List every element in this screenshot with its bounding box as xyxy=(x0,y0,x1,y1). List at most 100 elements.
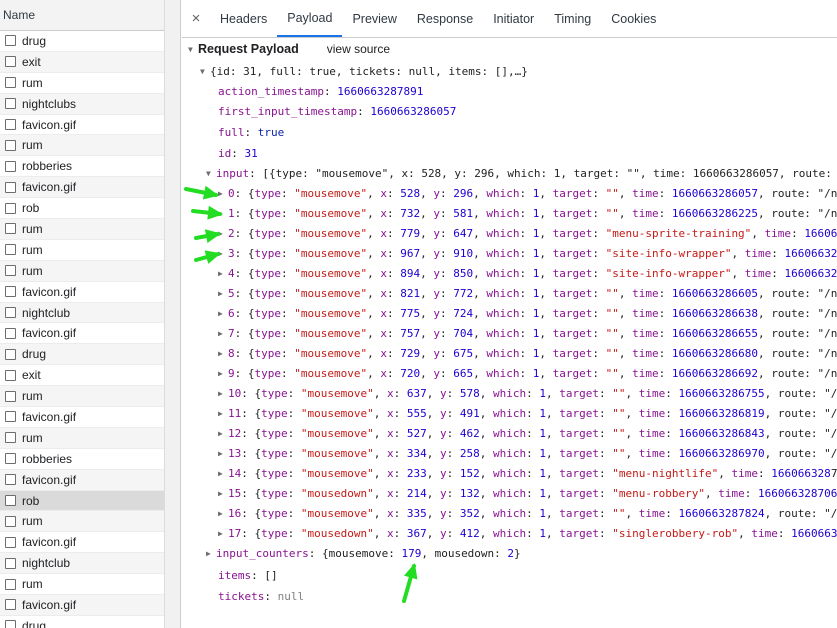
panel-splitter[interactable] xyxy=(164,0,181,628)
request-checkbox[interactable] xyxy=(5,223,16,235)
request-checkbox[interactable] xyxy=(5,119,16,130)
input-item-row[interactable]: ▶ 4: {type: "mousemove", x: 894, y: 850, … xyxy=(218,264,837,284)
request-row[interactable]: nightclub xyxy=(0,553,164,575)
request-checkbox[interactable] xyxy=(5,620,16,628)
input-counters-expand-icon[interactable]: ▶ xyxy=(206,544,216,564)
request-row[interactable]: rum xyxy=(0,427,164,449)
item-expand-icon[interactable]: ▶ xyxy=(218,224,228,244)
item-expand-icon[interactable]: ▶ xyxy=(218,464,228,484)
request-row[interactable]: nightclubs xyxy=(0,93,164,115)
request-row[interactable]: favicon.gif xyxy=(0,407,164,428)
view-source-link[interactable]: view source xyxy=(327,42,390,56)
request-row[interactable]: rum xyxy=(0,574,164,596)
request-row[interactable]: rum xyxy=(0,135,164,157)
request-checkbox[interactable] xyxy=(5,536,16,548)
item-expand-icon[interactable]: ▶ xyxy=(218,444,228,464)
tab-headers[interactable]: Headers xyxy=(210,0,277,37)
request-checkbox[interactable] xyxy=(5,181,16,193)
item-expand-icon[interactable]: ▶ xyxy=(218,264,228,284)
request-row[interactable]: favicon.gif xyxy=(0,323,164,345)
request-row[interactable]: rum xyxy=(0,511,164,533)
request-row[interactable]: favicon.gif xyxy=(0,469,164,491)
request-checkbox[interactable] xyxy=(5,139,16,151)
request-row[interactable]: favicon.gif xyxy=(0,115,164,136)
request-checkbox[interactable] xyxy=(5,599,16,611)
expand-triangle-icon[interactable]: ▼ xyxy=(200,62,210,82)
tab-response[interactable]: Response xyxy=(407,0,483,37)
request-checkbox[interactable] xyxy=(5,56,16,68)
request-checkbox[interactable] xyxy=(5,495,16,507)
request-row[interactable]: favicon.gif xyxy=(0,595,164,616)
request-checkbox[interactable] xyxy=(5,578,16,590)
input-item-row[interactable]: ▶ 14: {type: "mousemove", x: 233, y: 152,… xyxy=(218,464,837,484)
request-row[interactable]: rum xyxy=(0,219,164,240)
tab-cookies[interactable]: Cookies xyxy=(601,0,666,37)
item-expand-icon[interactable]: ▶ xyxy=(218,324,228,344)
name-column-header[interactable]: Name xyxy=(0,0,164,31)
input-item-row[interactable]: ▶ 5: {type: "mousemove", x: 821, y: 772 , … xyxy=(218,284,837,304)
request-row[interactable]: exit xyxy=(0,365,164,387)
item-expand-icon[interactable]: ▶ xyxy=(218,284,228,304)
input-item-row[interactable]: ▶ 3: {type: "mousemove", x: 967, y: 910, … xyxy=(218,244,837,264)
request-row[interactable]: robberies xyxy=(0,449,164,470)
request-row[interactable]: favicon.gif xyxy=(0,177,164,199)
request-row[interactable]: drug xyxy=(0,616,164,628)
request-checkbox[interactable] xyxy=(5,369,16,381)
tab-payload[interactable]: Payload xyxy=(277,0,343,37)
request-row[interactable]: nightclub xyxy=(0,302,164,324)
input-item-row[interactable]: ▶ 13: {type: "mousemove", x: 334, y: 258,… xyxy=(218,444,837,464)
request-checkbox[interactable] xyxy=(5,77,16,89)
input-item-row[interactable]: ▶ 16: {type: "mousemove", x: 335, y: 352,… xyxy=(218,504,837,524)
request-checkbox[interactable] xyxy=(5,348,16,360)
item-expand-icon[interactable]: ▶ xyxy=(218,484,228,504)
request-row[interactable]: rob xyxy=(0,198,164,220)
input-item-row[interactable]: ▶ 2: {type: "mousemove", x: 779, y: 647, … xyxy=(218,224,837,244)
request-checkbox[interactable] xyxy=(5,327,16,339)
item-expand-icon[interactable]: ▶ xyxy=(218,244,228,264)
input-item-row[interactable]: ▶ 9: {type: "mousemove", x: 720, y: 665 , … xyxy=(218,364,837,384)
request-checkbox[interactable] xyxy=(5,390,16,402)
item-expand-icon[interactable]: ▶ xyxy=(218,304,228,324)
request-checkbox[interactable] xyxy=(5,474,16,486)
input-item-row[interactable]: ▶ 11: {type: "mousemove", x: 555, y: 491,… xyxy=(218,404,837,424)
request-checkbox[interactable] xyxy=(5,557,16,569)
input-item-row[interactable]: ▶ 10: {type: "mousemove", x: 637, y: 578,… xyxy=(218,384,837,404)
request-checkbox[interactable] xyxy=(5,515,16,527)
item-expand-icon[interactable]: ▶ xyxy=(218,204,228,224)
request-row[interactable]: rum xyxy=(0,73,164,94)
request-row[interactable]: rob xyxy=(0,490,164,512)
request-checkbox[interactable] xyxy=(5,453,16,465)
request-row[interactable]: drug xyxy=(0,31,164,52)
input-item-row[interactable]: ▶ 17: {type: "mousedown", x: 367, y: 412,… xyxy=(218,524,837,544)
request-row[interactable]: rum xyxy=(0,240,164,261)
request-row[interactable]: rum xyxy=(0,386,164,408)
payload-collapse-icon[interactable]: ▼ xyxy=(188,39,198,61)
tab-initiator[interactable]: Initiator xyxy=(483,0,544,37)
item-expand-icon[interactable]: ▶ xyxy=(218,404,228,424)
request-checkbox[interactable] xyxy=(5,265,16,277)
request-row[interactable]: exit xyxy=(0,51,164,73)
item-expand-icon[interactable]: ▶ xyxy=(218,364,228,384)
tab-preview[interactable]: Preview xyxy=(342,0,406,37)
request-checkbox[interactable] xyxy=(5,35,16,47)
input-item-row[interactable]: ▶ 15: {type: "mousedown", x: 214, y: 132,… xyxy=(218,484,837,504)
input-item-row[interactable]: ▶ 0: {type: "mousemove", x: 528, y: 296 , … xyxy=(218,184,837,204)
tab-timing[interactable]: Timing xyxy=(544,0,601,37)
input-item-row[interactable]: ▶ 7: {type: "mousemove", x: 757, y: 704 , … xyxy=(218,324,837,344)
input-item-row[interactable]: ▶ 1: {type: "mousemove", x: 732, y: 581 , … xyxy=(218,204,837,224)
request-row[interactable]: drug xyxy=(0,344,164,366)
item-expand-icon[interactable]: ▶ xyxy=(218,344,228,364)
request-checkbox[interactable] xyxy=(5,98,16,110)
item-expand-icon[interactable]: ▶ xyxy=(218,524,228,544)
input-item-row[interactable]: ▶ 12: {type: "mousemove", x: 527, y: 462,… xyxy=(218,424,837,444)
request-row[interactable]: favicon.gif xyxy=(0,532,164,554)
item-expand-icon[interactable]: ▶ xyxy=(218,184,228,204)
request-checkbox[interactable] xyxy=(5,411,16,423)
request-checkbox[interactable] xyxy=(5,286,16,298)
item-expand-icon[interactable]: ▶ xyxy=(218,384,228,404)
request-row[interactable]: robberies xyxy=(0,156,164,178)
input-item-row[interactable]: ▶ 8: {type: "mousemove", x: 729, y: 675 , … xyxy=(218,344,837,364)
request-checkbox[interactable] xyxy=(5,432,16,444)
request-checkbox[interactable] xyxy=(5,160,16,172)
item-expand-icon[interactable]: ▶ xyxy=(218,424,228,444)
